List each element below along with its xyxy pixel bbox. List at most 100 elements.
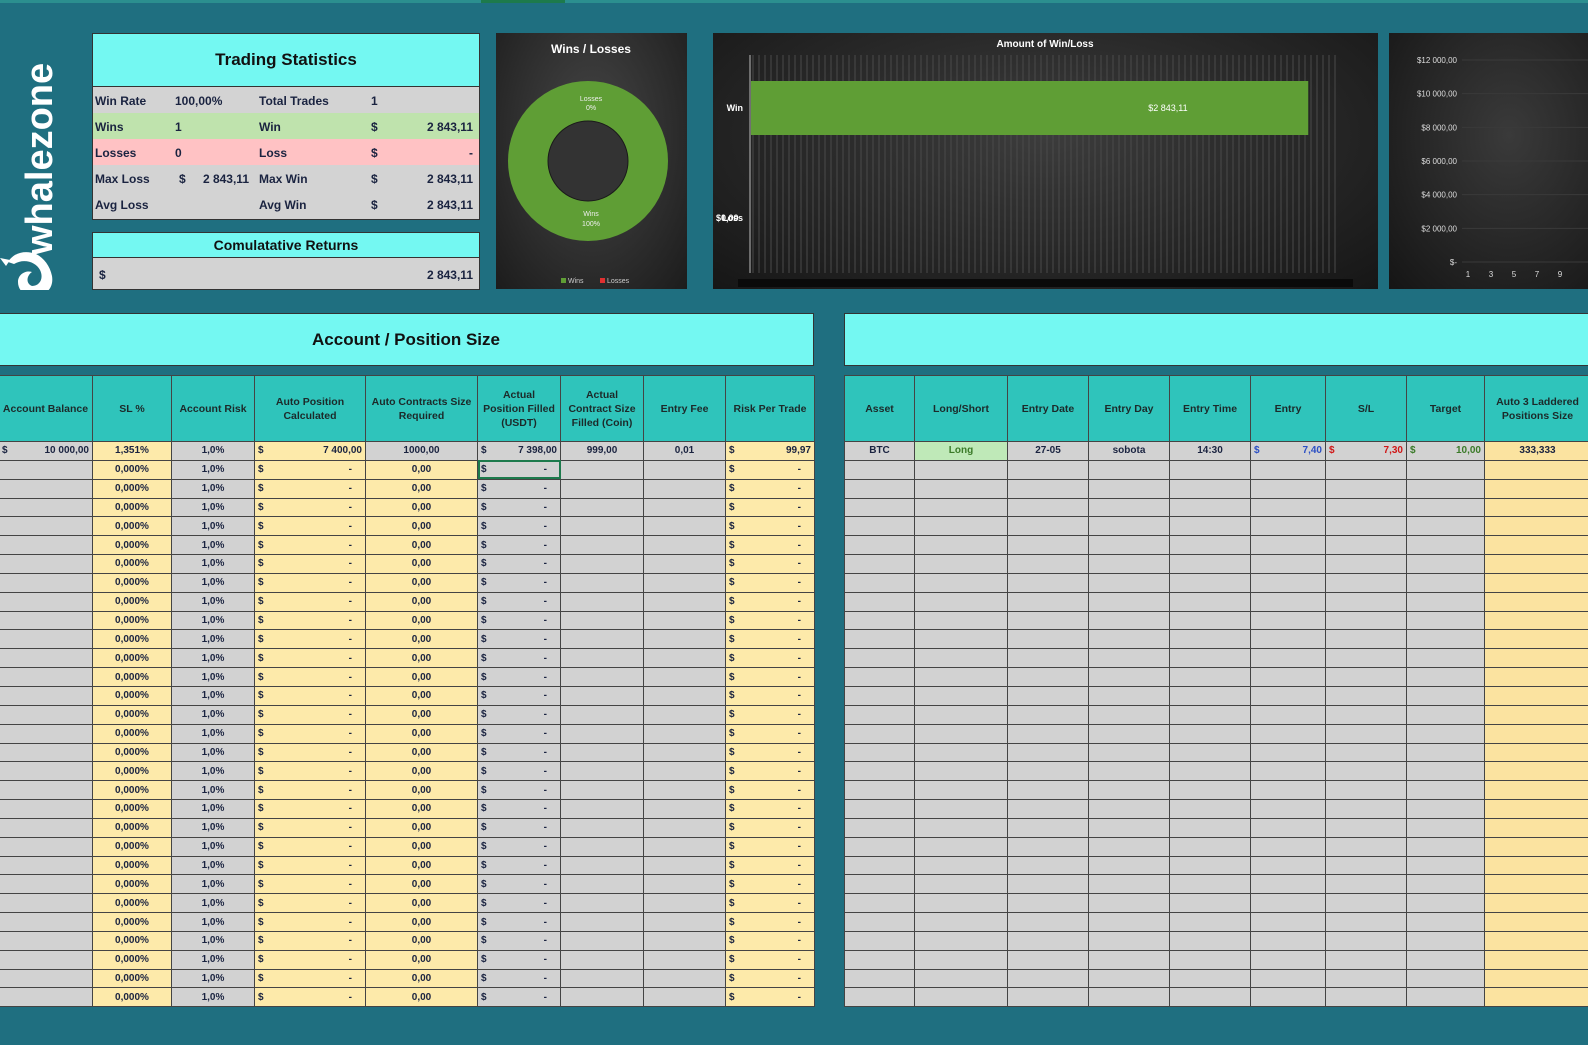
empty-cell[interactable] bbox=[1325, 459, 1407, 480]
sl-pct-cell[interactable]: 0,000% bbox=[92, 912, 172, 932]
account-balance-cell[interactable] bbox=[0, 591, 93, 612]
auto-position-cell[interactable]: $ - bbox=[254, 817, 366, 838]
empty-cell[interactable] bbox=[844, 685, 915, 706]
auto-contracts-cell[interactable]: 0,00 bbox=[365, 930, 478, 951]
empty-cell[interactable] bbox=[1325, 761, 1407, 782]
empty-cell[interactable] bbox=[1250, 987, 1326, 1008]
account-balance-cell[interactable] bbox=[0, 516, 93, 537]
empty-cell[interactable] bbox=[1250, 591, 1326, 612]
auto-contracts-cell[interactable]: 0,00 bbox=[365, 799, 478, 819]
empty-cell[interactable] bbox=[1484, 949, 1588, 970]
entry-fee-cell[interactable] bbox=[643, 761, 726, 782]
empty-cell[interactable] bbox=[1250, 704, 1326, 725]
risk-per-trade-cell[interactable]: $ - bbox=[725, 799, 815, 819]
entry-fee-cell[interactable] bbox=[643, 987, 726, 1008]
empty-cell[interactable] bbox=[1007, 780, 1089, 801]
empty-cell[interactable] bbox=[1007, 723, 1089, 744]
actual-contract-cell[interactable] bbox=[560, 949, 644, 970]
actual-contract-cell[interactable] bbox=[560, 742, 644, 763]
sl-pct-cell[interactable]: 0,000% bbox=[92, 535, 172, 556]
header-auto-contracts[interactable]: Auto Contracts Size Required bbox=[365, 375, 478, 442]
account-risk-cell[interactable]: 1,0% bbox=[171, 667, 255, 687]
auto-position-cell[interactable]: $ - bbox=[254, 610, 366, 631]
auto-position-cell[interactable]: $ - bbox=[254, 704, 366, 725]
empty-cell[interactable] bbox=[914, 591, 1008, 612]
risk-per-trade-cell[interactable]: $ - bbox=[725, 855, 815, 876]
account-balance-cell[interactable]: $10 000,00 bbox=[0, 441, 93, 461]
auto-contracts-cell[interactable]: 0,00 bbox=[365, 610, 478, 631]
entry-fee-cell[interactable] bbox=[643, 610, 726, 631]
empty-cell[interactable] bbox=[1169, 459, 1251, 480]
empty-cell[interactable] bbox=[1406, 855, 1485, 876]
risk-per-trade-cell[interactable]: $ - bbox=[725, 723, 815, 744]
empty-cell[interactable] bbox=[844, 817, 915, 838]
account-risk-cell[interactable]: 1,0% bbox=[171, 723, 255, 744]
actual-contract-cell[interactable] bbox=[560, 685, 644, 706]
actual-contract-cell[interactable] bbox=[560, 780, 644, 801]
risk-per-trade-cell[interactable]: $ - bbox=[725, 685, 815, 706]
empty-cell[interactable] bbox=[1169, 799, 1251, 819]
empty-cell[interactable] bbox=[844, 893, 915, 914]
empty-cell[interactable] bbox=[914, 874, 1008, 895]
actual-position-cell[interactable]: $ - bbox=[477, 685, 561, 706]
entry-fee-cell[interactable] bbox=[643, 572, 726, 593]
risk-per-trade-cell[interactable]: $ - bbox=[725, 836, 815, 857]
empty-cell[interactable] bbox=[1169, 723, 1251, 744]
empty-cell[interactable] bbox=[1169, 893, 1251, 914]
empty-cell[interactable] bbox=[1088, 968, 1170, 989]
empty-cell[interactable] bbox=[1406, 817, 1485, 838]
auto-position-cell[interactable]: $ - bbox=[254, 723, 366, 744]
account-risk-cell[interactable]: 1,0% bbox=[171, 930, 255, 951]
risk-per-trade-cell[interactable]: $ - bbox=[725, 497, 815, 518]
empty-cell[interactable] bbox=[914, 572, 1008, 593]
empty-cell[interactable] bbox=[1088, 591, 1170, 612]
empty-cell[interactable] bbox=[1325, 704, 1407, 725]
empty-cell[interactable] bbox=[1088, 610, 1170, 631]
actual-contract-cell[interactable] bbox=[560, 535, 644, 556]
actual-position-cell[interactable]: $ - bbox=[477, 497, 561, 518]
entry-fee-cell[interactable] bbox=[643, 667, 726, 687]
empty-cell[interactable] bbox=[1007, 478, 1089, 499]
risk-per-trade-cell[interactable]: $ - bbox=[725, 893, 815, 914]
empty-cell[interactable] bbox=[1169, 874, 1251, 895]
empty-cell[interactable] bbox=[1169, 780, 1251, 801]
entry-fee-cell[interactable] bbox=[643, 535, 726, 556]
actual-contract-cell[interactable] bbox=[560, 968, 644, 989]
risk-per-trade-cell[interactable]: $ - bbox=[725, 949, 815, 970]
empty-cell[interactable] bbox=[1169, 685, 1251, 706]
auto-position-cell[interactable]: $7 400,00 bbox=[254, 441, 366, 461]
empty-cell[interactable] bbox=[1484, 912, 1588, 932]
account-balance-cell[interactable] bbox=[0, 799, 93, 819]
actual-contract-cell[interactable] bbox=[560, 667, 644, 687]
auto-position-cell[interactable]: $ - bbox=[254, 535, 366, 556]
actual-contract-cell[interactable] bbox=[560, 799, 644, 819]
empty-cell[interactable] bbox=[1250, 685, 1326, 706]
empty-cell[interactable] bbox=[1484, 591, 1588, 612]
entry-fee-cell[interactable] bbox=[643, 685, 726, 706]
empty-cell[interactable] bbox=[1088, 987, 1170, 1008]
empty-cell[interactable] bbox=[1250, 855, 1326, 876]
empty-cell[interactable] bbox=[1325, 497, 1407, 518]
empty-cell[interactable] bbox=[1007, 855, 1089, 876]
empty-cell[interactable] bbox=[1325, 610, 1407, 631]
account-balance-cell[interactable] bbox=[0, 723, 93, 744]
header-entry-time[interactable]: Entry Time bbox=[1169, 375, 1251, 442]
account-balance-cell[interactable] bbox=[0, 930, 93, 951]
empty-cell[interactable] bbox=[1325, 912, 1407, 932]
empty-cell[interactable] bbox=[844, 591, 915, 612]
empty-cell[interactable] bbox=[914, 497, 1008, 518]
account-risk-cell[interactable]: 1,0% bbox=[171, 912, 255, 932]
auto-position-cell[interactable]: $ - bbox=[254, 478, 366, 499]
empty-cell[interactable] bbox=[844, 874, 915, 895]
auto-contracts-cell[interactable]: 1000,00 bbox=[365, 441, 478, 461]
auto-contracts-cell[interactable]: 0,00 bbox=[365, 667, 478, 687]
empty-cell[interactable] bbox=[1250, 742, 1326, 763]
empty-cell[interactable] bbox=[1325, 930, 1407, 951]
account-risk-cell[interactable]: 1,0% bbox=[171, 799, 255, 819]
account-risk-cell[interactable]: 1,0% bbox=[171, 949, 255, 970]
empty-cell[interactable] bbox=[1250, 836, 1326, 857]
empty-cell[interactable] bbox=[1169, 648, 1251, 669]
entry-fee-cell[interactable] bbox=[643, 817, 726, 838]
actual-position-cell[interactable]: $ - bbox=[477, 949, 561, 970]
account-risk-cell[interactable]: 1,0% bbox=[171, 648, 255, 669]
